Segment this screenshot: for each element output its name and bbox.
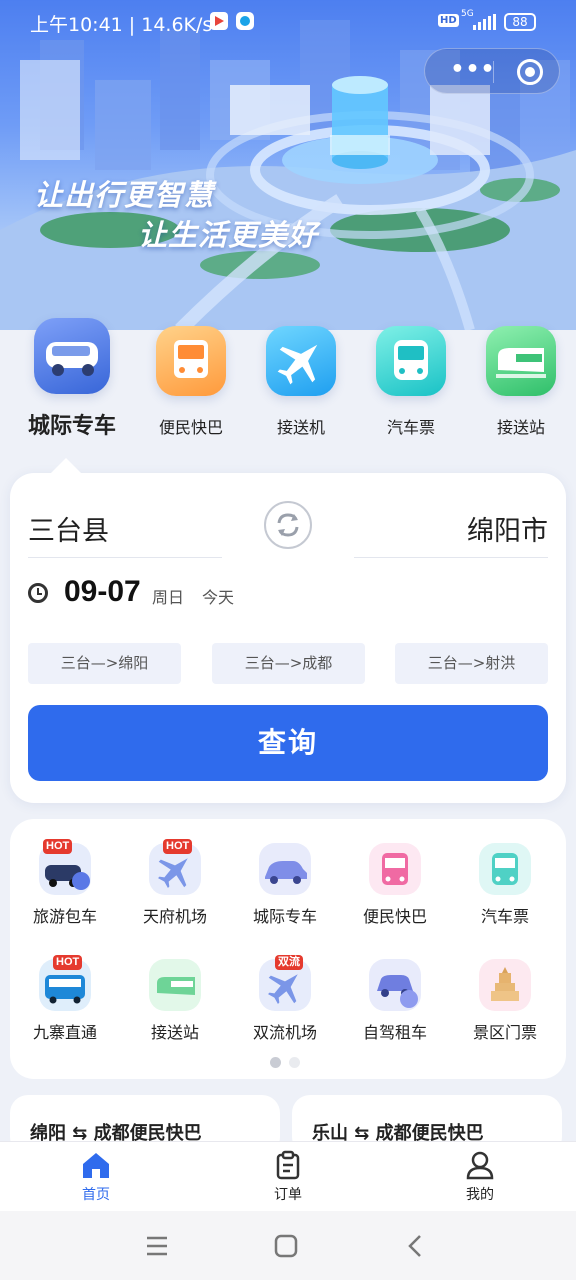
tab-label: 首页 — [82, 1187, 110, 1203]
service-label: 天府机场 — [142, 907, 207, 926]
pagoda-icon — [479, 959, 531, 1011]
bus-icon — [156, 326, 226, 396]
quick-route-chip[interactable]: 三台—>成都 — [212, 643, 365, 684]
service-label: 汽车票 — [480, 907, 529, 926]
category-row: 城际专车 便民快巴 接送机 汽车票 接送站 — [0, 300, 576, 460]
train-icon — [149, 959, 201, 1011]
category-intercity-car[interactable]: 城际专车 — [24, 318, 120, 440]
hot-tag: HOT — [53, 955, 83, 970]
tab-home[interactable]: 首页 — [36, 1150, 156, 1204]
tab-label: 我的 — [466, 1187, 494, 1203]
service-label: 旅游包车 — [32, 907, 97, 926]
page-dot — [289, 1057, 300, 1068]
service-label: 自驾租车 — [362, 1023, 427, 1042]
tour-car-icon: HOT — [39, 839, 91, 895]
quick-route-chip[interactable]: 三台—>射洪 — [395, 643, 548, 684]
service-grid: HOT 旅游包车 HOT 天府机场 城际专车 便民快巴 汽车票 HOT 九寨直通 — [10, 819, 566, 1079]
page-dot-active — [270, 1057, 281, 1068]
miniprogram-capsule: ••• — [424, 48, 560, 94]
service-scenic-tickets[interactable]: 景区门票 — [450, 959, 560, 1043]
service-intercity-car[interactable]: 城际专车 — [230, 843, 340, 927]
departure-field[interactable]: 三台县 — [28, 503, 222, 558]
van-icon — [34, 318, 110, 394]
network-type: 5G — [461, 9, 474, 19]
battery-icon: 88 — [504, 13, 536, 31]
airplane-icon — [266, 326, 336, 396]
status-bar: 上午10:41 | 14.6K/s HD 5G 88 — [0, 0, 576, 44]
system-nav-bar — [0, 1211, 576, 1280]
service-label: 景区门票 — [472, 1023, 537, 1042]
signal-icon — [473, 14, 496, 30]
slogan-line2: 让生活更美好 — [138, 218, 319, 252]
home-square-icon[interactable] — [268, 1229, 308, 1263]
category-coach-ticket[interactable]: 汽车票 — [376, 326, 446, 438]
hd-badge: HD — [438, 14, 459, 27]
message-app-icon — [236, 12, 254, 30]
user-icon — [465, 1150, 495, 1180]
page-indicator — [270, 1053, 308, 1072]
hot-tag: HOT — [163, 839, 193, 854]
bus-icon — [369, 843, 421, 895]
hot-tag: HOT — [43, 839, 73, 854]
service-label: 双流机场 — [252, 1023, 317, 1042]
tab-profile[interactable]: 我的 — [420, 1150, 540, 1204]
category-label: 汽车票 — [386, 418, 435, 437]
coach-icon — [479, 843, 531, 895]
travel-date: 09-07 — [64, 575, 141, 608]
car-icon — [259, 843, 311, 895]
today-label: 今天 — [202, 588, 235, 607]
target-circle-icon[interactable] — [517, 59, 543, 85]
category-label: 接送站 — [496, 418, 545, 437]
slogan-line1: 让出行更智慧 — [34, 178, 215, 212]
menu-icon[interactable] — [138, 1229, 178, 1263]
airplane-icon: HOT — [149, 839, 201, 895]
service-label: 便民快巴 — [362, 907, 427, 926]
category-label: 便民快巴 — [158, 418, 223, 437]
shuangliu-tag: 双流 — [275, 955, 303, 970]
swap-cities-button[interactable] — [264, 501, 312, 549]
service-label: 城际专车 — [252, 907, 317, 926]
service-shuangliu-airport[interactable]: 双流 双流机场 — [230, 955, 340, 1043]
category-express-bus[interactable]: 便民快巴 — [156, 326, 226, 438]
tab-orders[interactable]: 订单 — [228, 1150, 348, 1204]
play-store-icon — [210, 12, 228, 30]
quick-route-chip[interactable]: 三台—>绵阳 — [28, 643, 181, 684]
travel-weekday: 周日 — [152, 588, 185, 607]
arrival-field[interactable]: 绵阳市 — [354, 503, 548, 558]
clipboard-icon — [273, 1150, 303, 1180]
category-station-transfer[interactable]: 接送站 — [486, 326, 556, 438]
capsule-divider — [493, 61, 494, 83]
service-label: 接送站 — [150, 1023, 199, 1042]
tab-label: 订单 — [274, 1187, 302, 1203]
service-jiuzhai-express[interactable]: HOT 九寨直通 — [10, 955, 120, 1043]
home-icon — [81, 1150, 111, 1180]
active-tab-pointer — [50, 458, 82, 474]
service-self-drive-rental[interactable]: 自驾租车 — [340, 959, 450, 1043]
service-express-bus[interactable]: 便民快巴 — [340, 843, 450, 927]
coach-icon — [376, 326, 446, 396]
category-airport-transfer[interactable]: 接送机 — [266, 326, 336, 438]
status-time: 上午10:41 | 14.6K/s — [30, 14, 213, 36]
service-tour-charter[interactable]: HOT 旅游包车 — [10, 839, 120, 927]
train-icon — [486, 326, 556, 396]
service-label: 九寨直通 — [32, 1023, 97, 1042]
swap-icon — [277, 513, 299, 537]
query-button[interactable]: 查询 — [28, 705, 548, 781]
rental-car-icon — [369, 959, 421, 1011]
bottom-tab-bar: 首页 订单 我的 — [0, 1141, 576, 1211]
category-label: 城际专车 — [27, 414, 116, 439]
service-station-transfer[interactable]: 接送站 — [120, 959, 230, 1043]
service-coach-ticket[interactable]: 汽车票 — [450, 843, 560, 927]
more-menu-button[interactable]: ••• — [443, 49, 503, 93]
service-tianfu-airport[interactable]: HOT 天府机场 — [120, 839, 230, 927]
bus-icon: HOT — [39, 955, 91, 1011]
back-icon[interactable] — [398, 1229, 438, 1263]
clock-icon — [28, 583, 48, 603]
airplane-icon: 双流 — [259, 955, 311, 1011]
category-label: 接送机 — [276, 418, 325, 437]
hero-banner: 让出行更智慧 让生活更美好 上午10:41 | 14.6K/s HD 5G 88… — [0, 0, 576, 330]
search-card: 三台县 绵阳市 09-07 周日 今天 三台—>绵阳 三台—>成都 三台—>射洪… — [10, 473, 566, 803]
